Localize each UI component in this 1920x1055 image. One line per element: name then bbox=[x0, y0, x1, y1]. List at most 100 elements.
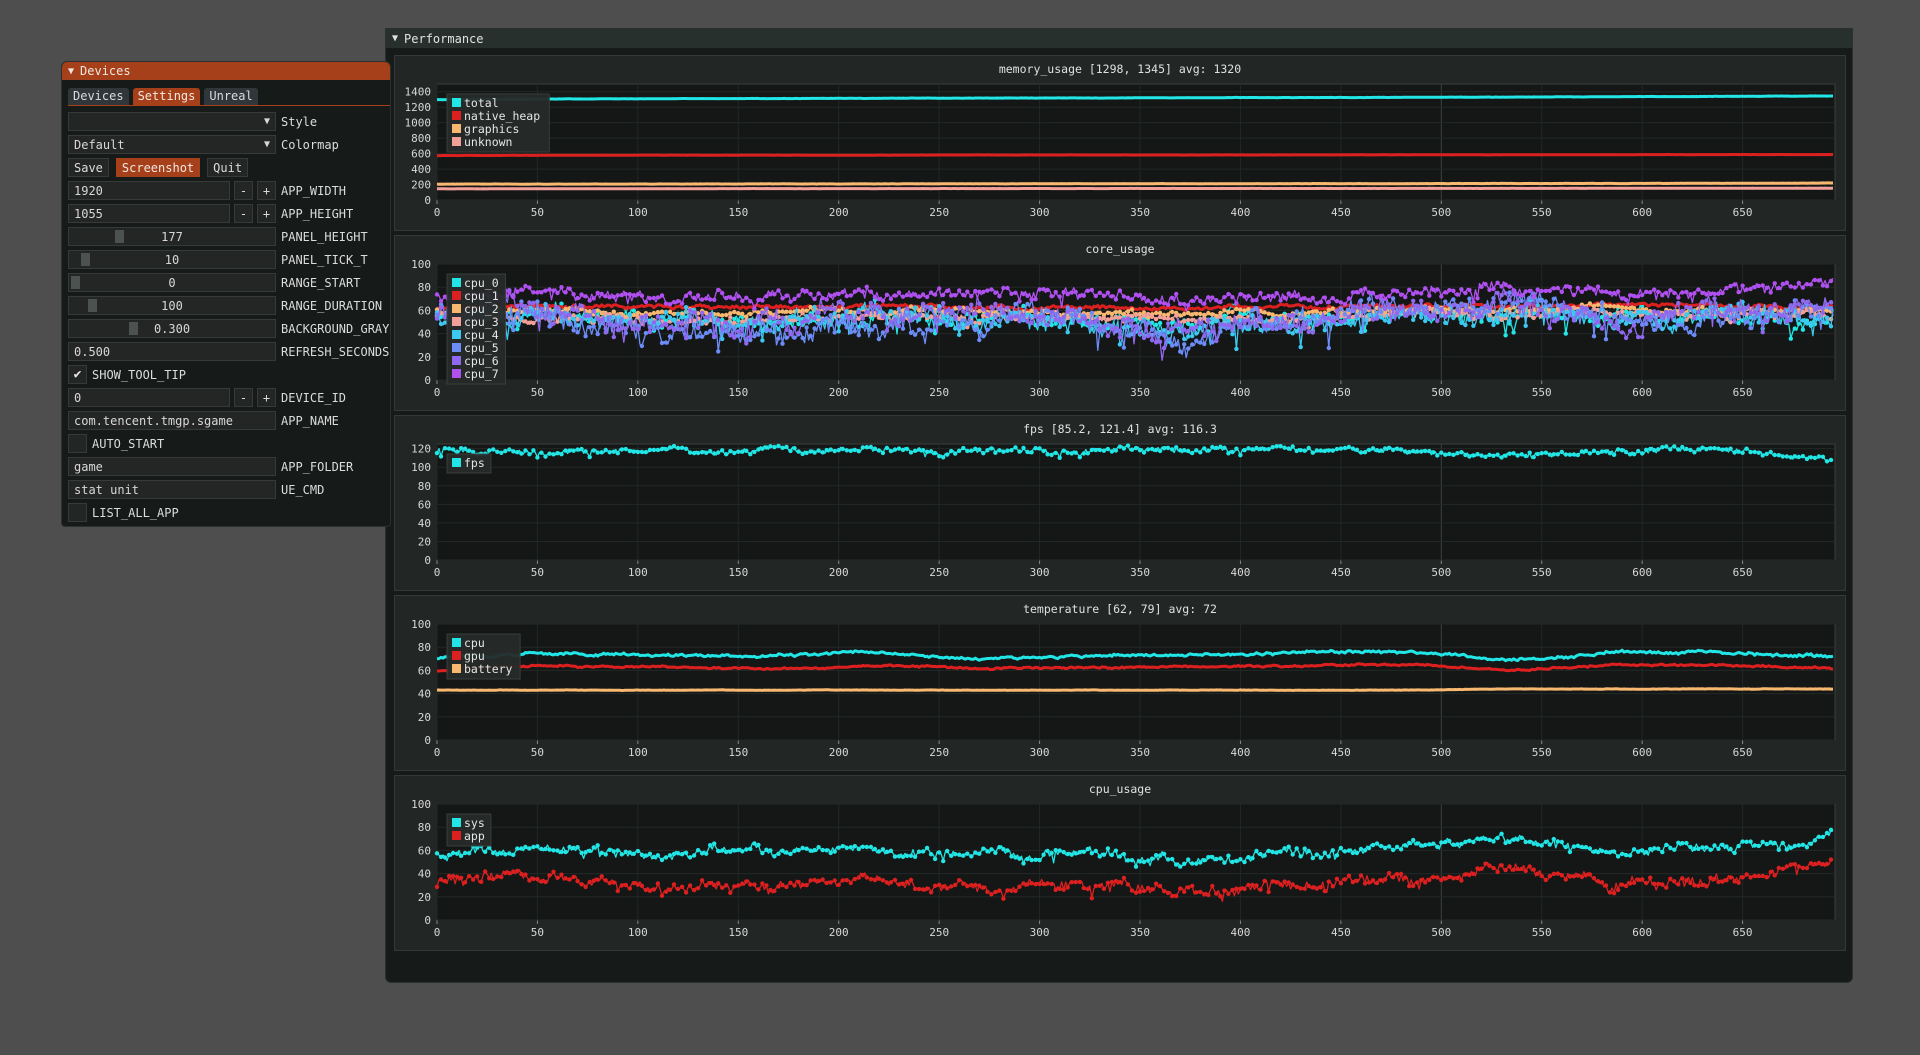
chart-panel: temperature [62, 79] avg: 72 0 50 100 150 200… bbox=[394, 595, 1846, 771]
legend-label[interactable]: cpu_7 bbox=[464, 367, 499, 381]
data-point bbox=[1129, 297, 1135, 302]
chart-legend[interactable]: cpu_0cpu_1cpu_2cpu_3cpu_4cpu_5cpu_6cpu_7 bbox=[446, 273, 506, 385]
data-point bbox=[1495, 317, 1500, 323]
plot-area[interactable] bbox=[436, 443, 1836, 561]
show-tool-tip-checkbox[interactable]: ✔ bbox=[68, 365, 87, 384]
chart-legend[interactable]: fps bbox=[446, 453, 492, 474]
data-point bbox=[908, 877, 914, 883]
data-point bbox=[1190, 333, 1195, 339]
chart-legend[interactable]: cpugpubattery bbox=[446, 633, 521, 680]
chart-svg[interactable]: 0 50 100 150 200 250 300 350 400 450 500 550 600 6500… bbox=[395, 596, 1845, 770]
legend-label[interactable]: graphics bbox=[464, 122, 519, 136]
legend-label[interactable]: cpu_1 bbox=[464, 289, 499, 303]
ue-cmd-input[interactable]: stat unit bbox=[68, 480, 276, 499]
slider-grab[interactable] bbox=[71, 276, 80, 289]
data-point bbox=[1318, 320, 1323, 325]
x-tick-label: 600 bbox=[1632, 206, 1652, 219]
legend-label[interactable]: unknown bbox=[464, 135, 512, 149]
refresh-seconds-input[interactable]: 0.500 bbox=[68, 342, 276, 361]
chart-svg[interactable]: 0 50 100 150 200 250 300 350 400 450 500 550 600 6500… bbox=[395, 236, 1845, 410]
legend-label[interactable]: gpu bbox=[464, 649, 485, 663]
legend-label[interactable]: cpu_3 bbox=[464, 315, 499, 329]
chart-svg[interactable]: 0 50 100 150 200 250 300 350 400 450 500 550 600 6500… bbox=[395, 416, 1845, 590]
list-all-app-checkbox[interactable] bbox=[68, 503, 87, 522]
data-point bbox=[1619, 448, 1625, 453]
plot-area[interactable] bbox=[436, 803, 1836, 921]
tab-settings[interactable]: Settings bbox=[132, 88, 201, 105]
data-point bbox=[1736, 306, 1741, 312]
device-id-increment-button[interactable]: + bbox=[257, 388, 276, 407]
app-height-increment-button[interactable]: + bbox=[257, 204, 276, 223]
chevron-down-icon[interactable]: ▼ bbox=[264, 116, 270, 127]
plot-area[interactable] bbox=[436, 623, 1836, 741]
data-point bbox=[985, 288, 990, 293]
app-width-input[interactable]: 1920 bbox=[68, 181, 230, 200]
data-point bbox=[1398, 305, 1404, 311]
style-combo[interactable]: ▼ bbox=[68, 112, 276, 131]
legend-label[interactable]: cpu bbox=[464, 636, 485, 650]
data-point bbox=[679, 301, 685, 306]
device-id-input[interactable]: 0 bbox=[68, 388, 230, 407]
data-point bbox=[985, 889, 990, 894]
legend-label[interactable]: cpu_2 bbox=[464, 302, 499, 316]
screenshot-button[interactable]: Screenshot bbox=[115, 158, 201, 177]
tab-devices[interactable]: Devices bbox=[68, 88, 129, 105]
legend-label[interactable]: cpu_6 bbox=[464, 354, 499, 368]
data-point bbox=[1511, 288, 1516, 293]
range-duration-slider[interactable]: 100 bbox=[68, 296, 276, 315]
chart-svg[interactable]: 0 50 100 150 200 250 300 350 400 450 500 550 600 6500… bbox=[395, 56, 1845, 230]
chart-legend[interactable]: sysapp bbox=[446, 813, 492, 847]
legend-label[interactable]: sys bbox=[464, 816, 485, 830]
legend-label[interactable]: app bbox=[464, 829, 485, 843]
data-point bbox=[1117, 879, 1123, 885]
app-name-input[interactable]: com.tencent.tmgp.sgame bbox=[68, 411, 276, 430]
slider-grab[interactable] bbox=[115, 230, 125, 243]
app-width-increment-button[interactable]: + bbox=[257, 181, 276, 200]
data-point bbox=[1382, 877, 1388, 882]
triangle-down-icon[interactable]: ▼ bbox=[68, 66, 74, 77]
data-point bbox=[1551, 871, 1557, 877]
save-button[interactable]: Save bbox=[68, 158, 109, 177]
legend-label[interactable]: cpu_4 bbox=[464, 328, 499, 342]
slider-grab[interactable] bbox=[128, 322, 138, 335]
data-point bbox=[515, 868, 520, 874]
colormap-combo[interactable]: Default ▼ bbox=[68, 135, 276, 154]
tab-unreal[interactable]: Unreal bbox=[204, 88, 258, 105]
performance-window-header[interactable]: ▼ Performance bbox=[386, 29, 1852, 48]
data-point bbox=[1069, 290, 1074, 295]
triangle-down-icon[interactable]: ▼ bbox=[392, 33, 398, 44]
legend-label[interactable]: battery bbox=[464, 662, 513, 676]
data-point bbox=[941, 292, 946, 298]
legend-label[interactable]: cpu_5 bbox=[464, 341, 499, 355]
legend-label[interactable]: cpu_0 bbox=[464, 276, 499, 290]
panel-height-slider[interactable]: 177 bbox=[68, 227, 276, 246]
quit-button[interactable]: Quit bbox=[207, 158, 249, 177]
device-id-decrement-button[interactable]: - bbox=[234, 388, 253, 407]
slider-grab[interactable] bbox=[80, 253, 90, 266]
legend-label[interactable]: native_heap bbox=[464, 109, 540, 123]
data-point bbox=[1680, 308, 1685, 314]
app-height-decrement-button[interactable]: - bbox=[234, 204, 253, 223]
auto-start-checkbox[interactable] bbox=[68, 434, 87, 453]
legend-label[interactable]: fps bbox=[464, 456, 485, 470]
background-gray-slider[interactable]: 0.300 bbox=[68, 319, 276, 338]
chart-svg[interactable]: 0 50 100 150 200 250 300 350 400 450 500 550 600 6500… bbox=[395, 776, 1845, 950]
data-point bbox=[840, 320, 845, 325]
app-folder-input[interactable]: game bbox=[68, 457, 276, 476]
panel-tick-slider[interactable]: 10 bbox=[68, 250, 276, 269]
data-point bbox=[1053, 289, 1058, 295]
devices-window-header[interactable]: ▼ Devices bbox=[62, 62, 390, 80]
range-start-slider[interactable]: 0 bbox=[68, 273, 276, 292]
data-point bbox=[1053, 887, 1058, 892]
chart-legend[interactable]: totalnative_heapgraphicsunknown bbox=[446, 93, 550, 153]
data-point bbox=[1523, 323, 1528, 328]
data-point bbox=[675, 886, 681, 892]
app-height-input[interactable]: 1055 bbox=[68, 204, 230, 223]
slider-grab[interactable] bbox=[88, 299, 98, 312]
app-width-decrement-button[interactable]: - bbox=[234, 181, 253, 200]
data-point bbox=[1342, 318, 1348, 323]
legend-swatch bbox=[452, 291, 461, 300]
data-point bbox=[965, 321, 970, 327]
chevron-down-icon[interactable]: ▼ bbox=[264, 139, 270, 150]
legend-label[interactable]: total bbox=[464, 96, 499, 110]
